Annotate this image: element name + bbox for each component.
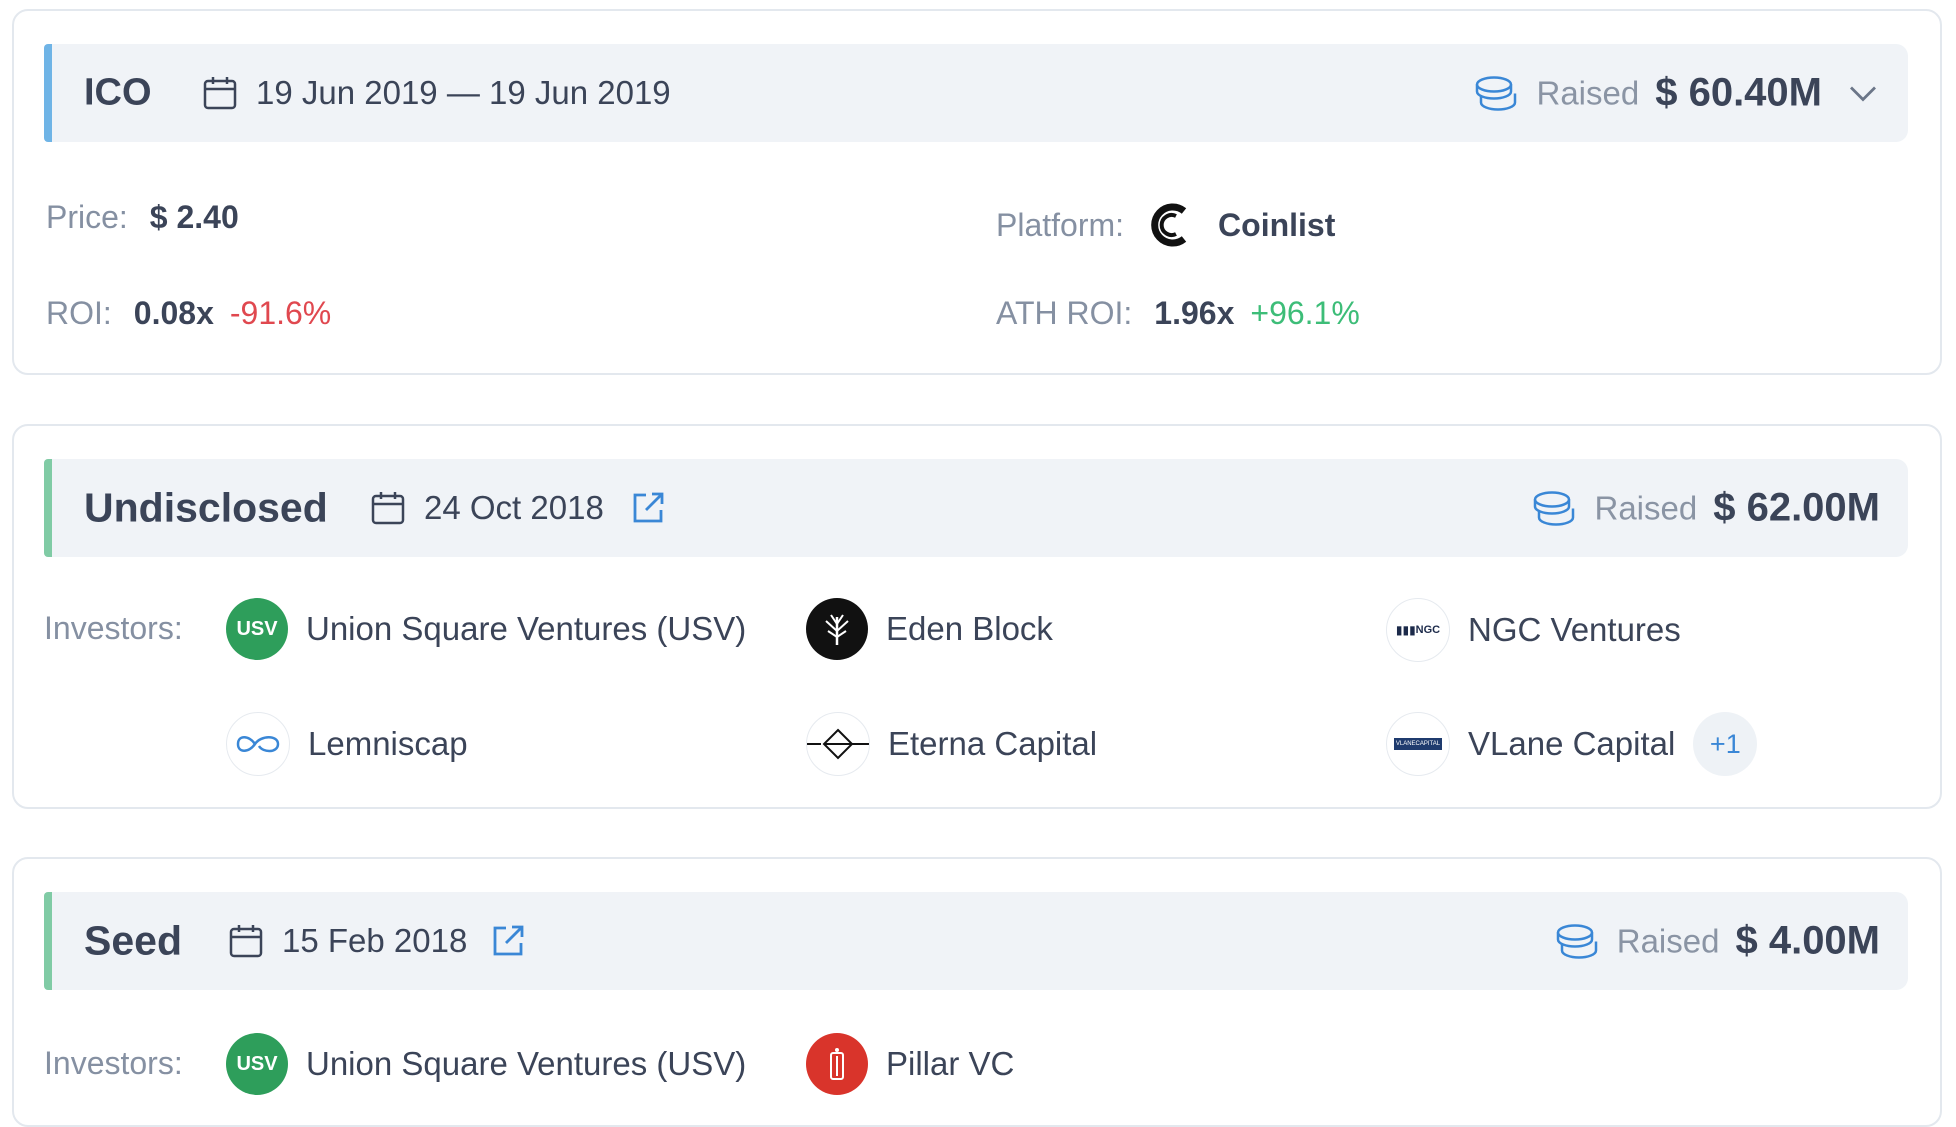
- usv-logo: USV: [226, 1033, 288, 1095]
- investors-label: Investors:: [44, 610, 183, 646]
- coins-icon: [1556, 923, 1597, 959]
- investor-name: Lemniscap: [308, 725, 468, 762]
- ico-round-header[interactable]: ICO 19 Jun 2019 — 19 Jun 2019 Raised $ 6…: [44, 44, 1908, 142]
- chevron-down-icon[interactable]: [1846, 76, 1880, 110]
- investor-name: Eden Block: [886, 610, 1053, 647]
- roi-label: ROI:: [46, 295, 112, 331]
- calendar-icon: [229, 925, 263, 958]
- eden-block-logo: [806, 598, 868, 660]
- investor-vlane-capital[interactable]: VLANECAPITAL VLane Capital +1: [1386, 712, 1758, 776]
- lemniscap-logo: [226, 712, 290, 776]
- more-investors-badge[interactable]: +1: [1693, 712, 1758, 776]
- raised-value: $ 60.40M: [1655, 70, 1822, 115]
- raised-summary: Raised $ 62.00M: [1530, 486, 1880, 531]
- calendar-icon: [371, 492, 405, 525]
- undisclosed-round-card: Undisclosed 24 Oct 2018 Raised $ 62.00M …: [12, 424, 1942, 809]
- roi-row: ROI: 0.08x -91.6%: [46, 295, 331, 332]
- vlane-logo: VLANECAPITAL: [1386, 712, 1450, 776]
- pillar-logo: [806, 1033, 868, 1095]
- investor-name: Eterna Capital: [888, 725, 1098, 762]
- raised-label: Raised: [1536, 74, 1640, 111]
- platform-label: Platform:: [996, 206, 1125, 243]
- ath-roi-change: +96.1%: [1250, 295, 1360, 331]
- roi-value: 0.08x: [133, 295, 214, 331]
- coinlist-logo-icon: [1148, 201, 1197, 249]
- external-link-icon[interactable]: [490, 923, 526, 959]
- price-label: Price:: [46, 199, 128, 235]
- ath-roi-row: ATH ROI: 1.96x +96.1%: [996, 295, 1360, 332]
- coins-icon: [1476, 75, 1517, 111]
- raised-summary: Raised $ 60.40M: [1472, 71, 1880, 116]
- round-date: 15 Feb 2018: [282, 922, 468, 959]
- investor-usv[interactable]: USV Union Square Ventures (USV): [226, 1033, 746, 1095]
- eterna-logo: [806, 712, 870, 776]
- coins-icon: [1534, 490, 1575, 526]
- investor-name: Union Square Ventures (USV): [306, 610, 747, 647]
- investors-label: Investors:: [44, 1045, 183, 1081]
- raised-label: Raised: [1594, 489, 1698, 526]
- raised-label: Raised: [1616, 922, 1720, 959]
- ath-roi-label: ATH ROI:: [996, 295, 1133, 331]
- investor-name: Pillar VC: [886, 1045, 1015, 1082]
- investor-eden-block[interactable]: Eden Block: [806, 598, 1053, 660]
- investor-name: NGC Ventures: [1468, 611, 1681, 648]
- round-name: Undisclosed: [84, 484, 328, 531]
- platform-value[interactable]: Coinlist: [1218, 207, 1335, 244]
- price-value: $ 2.40: [149, 199, 239, 235]
- seed-round-header: Seed 15 Feb 2018 Raised $ 4.00M: [44, 892, 1908, 990]
- investor-eterna-capital[interactable]: Eterna Capital: [806, 712, 1097, 776]
- platform-row: Platform: Coinlist: [996, 199, 1335, 251]
- external-link-icon[interactable]: [630, 490, 666, 526]
- round-name: ICO: [84, 71, 152, 114]
- raised-value: $ 62.00M: [1713, 485, 1880, 530]
- round-name: Seed: [84, 917, 182, 964]
- seed-round-card: Seed 15 Feb 2018 Raised $ 4.00M Investor…: [12, 857, 1942, 1127]
- roi-change: -91.6%: [229, 295, 332, 331]
- investor-lemniscap[interactable]: Lemniscap: [226, 712, 468, 776]
- investor-name: Union Square Ventures (USV): [306, 1045, 747, 1082]
- round-date: 19 Jun 2019 — 19 Jun 2019: [256, 74, 671, 111]
- investor-usv[interactable]: USV Union Square Ventures (USV): [226, 598, 746, 660]
- raised-summary: Raised $ 4.00M: [1553, 919, 1880, 964]
- usv-logo: USV: [226, 598, 288, 660]
- undisclosed-round-header: Undisclosed 24 Oct 2018 Raised $ 62.00M: [44, 459, 1908, 557]
- investor-name: VLane Capital: [1468, 725, 1676, 762]
- ngc-logo: ▮▮▮ NGC: [1386, 598, 1450, 662]
- calendar-icon: [203, 77, 237, 110]
- investor-pillar-vc[interactable]: Pillar VC: [806, 1033, 1014, 1095]
- price-row: Price: $ 2.40: [46, 199, 239, 236]
- ico-round-card: ICO 19 Jun 2019 — 19 Jun 2019 Raised $ 6…: [12, 9, 1942, 375]
- round-date: 24 Oct 2018: [424, 489, 604, 526]
- investor-ngc-ventures[interactable]: ▮▮▮ NGC NGC Ventures: [1386, 598, 1681, 662]
- ath-roi-value: 1.96x: [1154, 295, 1235, 331]
- raised-value: $ 4.00M: [1735, 918, 1880, 963]
